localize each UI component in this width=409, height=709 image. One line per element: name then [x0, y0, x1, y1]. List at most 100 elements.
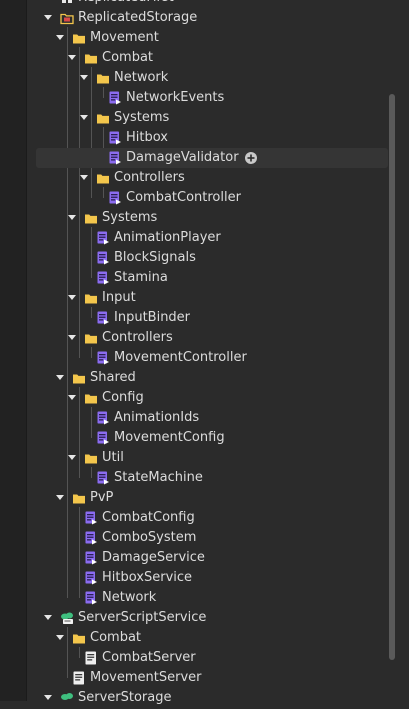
tree-item-label: MovementController [114, 350, 247, 365]
tree-item[interactable]: NetworkEvents [36, 88, 388, 108]
folder-icon [84, 291, 98, 305]
expand-arrow-icon[interactable] [68, 295, 76, 300]
tree-item-label: Systems [114, 110, 170, 125]
tree-item[interactable]: CombatConfig [36, 508, 388, 528]
tree-item[interactable]: MovementServer [36, 668, 388, 688]
tree-item-label: ComboSystem [102, 530, 197, 545]
expand-arrow-icon[interactable] [56, 495, 64, 500]
tree-item[interactable]: ReplicatedFirst [36, 0, 388, 8]
script-icon [72, 671, 86, 685]
tree-item[interactable]: ServerStorage [36, 688, 388, 708]
tree-item-label: HitboxService [102, 570, 193, 585]
tree-item[interactable]: InputBinder [36, 308, 388, 328]
tree-item-label: BlockSignals [114, 250, 196, 265]
tree-item[interactable]: Systems [36, 108, 388, 128]
tree-item[interactable]: Config [36, 388, 388, 408]
expand-arrow-icon[interactable] [56, 35, 64, 40]
tree-item[interactable]: BlockSignals [36, 248, 388, 268]
tree-item[interactable]: HitboxService [36, 568, 388, 588]
tree-item[interactable]: Combat [36, 48, 388, 68]
folder-icon [72, 491, 86, 505]
tree-item-label: Stamina [114, 270, 168, 285]
tree-item-label: StateMachine [114, 470, 203, 485]
tree-item-label: ServerScriptService [78, 610, 207, 625]
tree-item[interactable]: MovementController [36, 348, 388, 368]
tree-item-label: Systems [102, 210, 158, 225]
folder-icon [84, 211, 98, 225]
script-icon [84, 651, 98, 665]
tree-item[interactable]: Shared [36, 368, 388, 388]
tree-item-label: AnimationPlayer [114, 230, 221, 245]
folder-icon [96, 71, 110, 85]
expand-arrow-icon[interactable] [56, 635, 64, 640]
tree-item[interactable]: Network [36, 68, 388, 88]
expand-arrow-icon[interactable] [68, 55, 76, 60]
tree-item-label: Input [102, 290, 136, 305]
expand-arrow-icon[interactable] [80, 115, 88, 120]
tree-item[interactable]: Combat [36, 628, 388, 648]
tree-item[interactable]: Controllers [36, 168, 388, 188]
folder-icon [84, 51, 98, 65]
tree-item[interactable]: ComboSystem [36, 528, 388, 548]
tree-item[interactable]: Systems [36, 208, 388, 228]
module-script-icon [84, 511, 98, 525]
module-script-icon [96, 231, 110, 245]
tree-item-label: Shared [90, 370, 136, 385]
module-script-icon [108, 191, 122, 205]
tree-item[interactable]: Hitbox [36, 128, 388, 148]
add-object-button[interactable] [244, 151, 258, 165]
tree-item[interactable]: DamageService [36, 548, 388, 568]
tree-item[interactable]: Movement [36, 28, 388, 48]
expand-arrow-icon[interactable] [44, 695, 52, 700]
tree-item[interactable]: CombatController [36, 188, 388, 208]
expand-arrow-icon[interactable] [44, 615, 52, 620]
tree-item[interactable]: PvP [36, 488, 388, 508]
module-script-icon [96, 311, 110, 325]
expand-arrow-icon[interactable] [80, 75, 88, 80]
tree-item[interactable]: AnimationIds [36, 408, 388, 428]
folder-icon [72, 631, 86, 645]
tree-item[interactable]: MovementConfig [36, 428, 388, 448]
tree-item[interactable]: Controllers [36, 328, 388, 348]
expand-arrow-icon[interactable] [56, 375, 64, 380]
tree-item[interactable]: DamageValidator [36, 148, 388, 168]
module-script-icon [96, 471, 110, 485]
expand-arrow-icon[interactable] [80, 175, 88, 180]
folder-icon [96, 171, 110, 185]
module-script-icon [84, 551, 98, 565]
tree-item[interactable]: Stamina [36, 268, 388, 288]
tree-item-label: Config [102, 390, 144, 405]
tree-item-label: Movement [90, 30, 159, 45]
tree-item-label: Combat [90, 630, 142, 645]
tree-item-label: PvP [90, 490, 114, 505]
expand-arrow-icon[interactable] [68, 335, 76, 340]
tree-item[interactable]: ReplicatedStorage [36, 8, 388, 28]
tree-item[interactable]: CombatServer [36, 648, 388, 668]
tree-item[interactable]: ServerScriptService [36, 608, 388, 628]
vertical-scrollbar[interactable] [389, 94, 395, 660]
tree-item[interactable]: AnimationPlayer [36, 228, 388, 248]
left-gutter [0, 0, 27, 701]
tree-item-label: AnimationIds [114, 410, 200, 425]
tree-item-label: NetworkEvents [126, 90, 225, 105]
expand-arrow-icon[interactable] [68, 395, 76, 400]
tree-item-label: CombatServer [102, 650, 196, 665]
expand-arrow-icon[interactable] [44, 15, 52, 20]
module-script-icon [96, 351, 110, 365]
module-script-icon [108, 151, 122, 165]
server-script-service-icon [60, 611, 74, 625]
tree-item[interactable]: Network [36, 588, 388, 608]
module-script-icon [96, 411, 110, 425]
module-script-icon [96, 271, 110, 285]
tree-item-label: InputBinder [114, 310, 191, 325]
tree-item-label: Controllers [114, 170, 185, 185]
tree-item-label: MovementConfig [114, 430, 225, 445]
folder-icon [84, 451, 98, 465]
expand-arrow-icon[interactable] [68, 455, 76, 460]
tree-item[interactable]: Input [36, 288, 388, 308]
tree-item[interactable]: Util [36, 448, 388, 468]
tree-item[interactable]: StateMachine [36, 468, 388, 488]
expand-arrow-icon[interactable] [68, 215, 76, 220]
tree-item-label: ServerStorage [78, 690, 172, 705]
tree-item-label: DamageService [102, 550, 205, 565]
